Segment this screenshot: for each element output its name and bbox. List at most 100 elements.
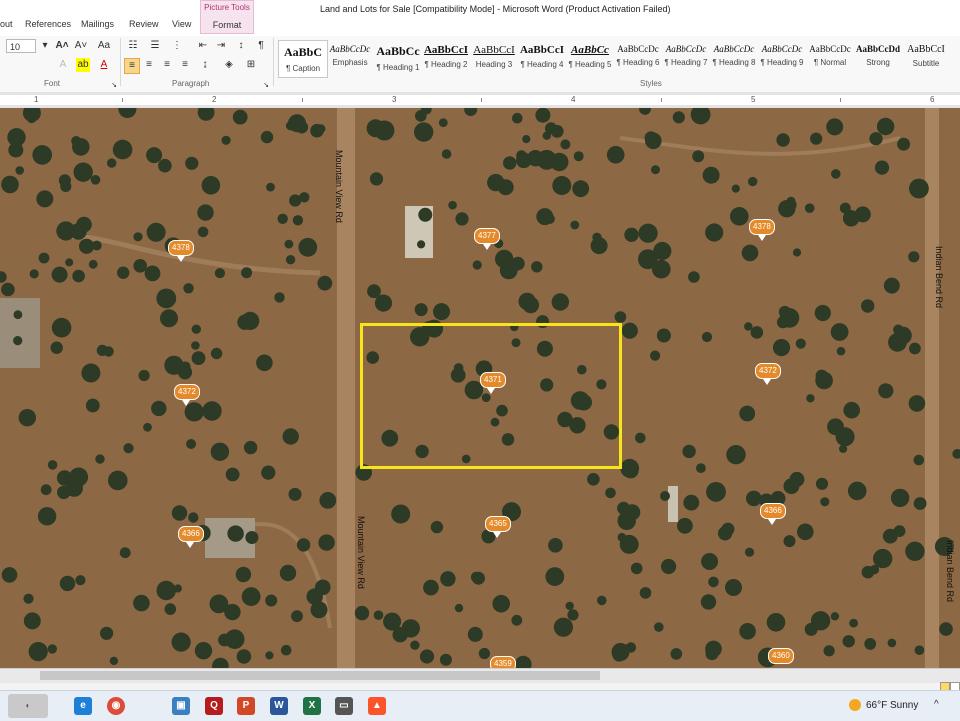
user-photo-icon[interactable]: ◐ <box>8 694 48 718</box>
parcel-pin-icon <box>177 256 185 262</box>
font-size-select[interactable]: 10 <box>6 39 36 53</box>
font-dialog-launcher-icon[interactable]: ↘ <box>110 79 118 93</box>
borders-icon[interactable]: ⊞ <box>244 58 258 72</box>
align-center-icon[interactable]: ≡ <box>142 58 156 72</box>
photos-icon[interactable]: ▣ <box>172 697 190 715</box>
tree <box>792 248 802 257</box>
style-caption[interactable]: AaBbC ¶ Caption <box>278 40 328 78</box>
parcel-badge[interactable]: 4372 <box>755 363 781 379</box>
tree <box>861 299 875 313</box>
parcel-badge[interactable]: 4378 <box>749 219 775 235</box>
sort-icon[interactable]: ↕ <box>234 39 248 53</box>
parcel-badge[interactable]: 4365 <box>485 516 511 532</box>
tree <box>366 119 385 138</box>
style-heading-3[interactable]: AaBbCcI Heading 3 <box>470 40 518 76</box>
tree <box>467 626 483 642</box>
powerpoint-icon[interactable]: P <box>237 697 255 715</box>
style-heading-2[interactable]: AaBbCcI ¶ Heading 2 <box>422 40 470 76</box>
chevron-up-icon[interactable]: ^ <box>934 699 939 710</box>
style-heading-9[interactable]: AaBbCcDc ¶ Heading 9 <box>758 40 806 76</box>
parcel-badge[interactable]: 4360 <box>768 648 794 664</box>
tree <box>789 471 805 487</box>
tab-review[interactable]: Review <box>129 19 159 29</box>
weather-widget[interactable]: 66°F Sunny <box>866 700 918 711</box>
tab-mailings[interactable]: Mailings <box>81 19 114 29</box>
tree <box>191 351 206 365</box>
style-heading-7[interactable]: AaBbCcDc ¶ Heading 7 <box>662 40 710 76</box>
tab-insert[interactable]: out <box>0 19 13 29</box>
tree <box>51 317 72 338</box>
word-icon[interactable]: W <box>270 697 288 715</box>
parcel-badge[interactable]: 4378 <box>168 240 194 256</box>
shading-icon[interactable]: ◈ <box>222 58 236 72</box>
tree <box>236 649 252 664</box>
align-left-icon[interactable]: ≡ <box>124 58 140 74</box>
tree <box>831 169 841 179</box>
numbering-icon[interactable]: ☰ <box>148 39 162 53</box>
tree <box>133 259 147 273</box>
tree <box>401 619 420 638</box>
align-right-icon[interactable]: ≡ <box>160 58 174 72</box>
line-spacing-icon[interactable]: ↨ <box>198 58 212 72</box>
justify-icon[interactable]: ≡ <box>178 58 192 72</box>
chrome-icon[interactable]: ◉ <box>107 697 125 715</box>
style-normal[interactable]: AaBbCcDc ¶ Normal <box>806 40 854 76</box>
tree <box>95 454 105 464</box>
style-heading-1[interactable]: AaBbCc ¶ Heading 1 <box>374 40 422 76</box>
tree <box>414 303 428 317</box>
style-emphasis[interactable]: AaBbCcDc Emphasis <box>326 40 374 76</box>
tree <box>766 613 786 632</box>
tree <box>656 328 671 343</box>
style-heading-6[interactable]: AaBbCcDc ¶ Heading 6 <box>614 40 662 76</box>
parcel-badge[interactable]: 4366 <box>760 503 786 519</box>
shrink-font-icon[interactable]: A˅ <box>74 39 88 53</box>
parcel-pin-icon <box>758 235 766 241</box>
style-heading-5[interactable]: AaBbCc ¶ Heading 5 <box>566 40 614 76</box>
tree <box>776 133 790 147</box>
horizontal-ruler[interactable]: 1 2 3 4 5 6 <box>0 92 960 109</box>
style-subtitle[interactable]: AaBbCcI Subtitle <box>902 40 950 76</box>
tree <box>133 232 143 242</box>
font-size-dropdown-icon[interactable]: ▾ <box>40 39 50 53</box>
parcel-badge[interactable]: 4372 <box>174 384 200 400</box>
show-marks-icon[interactable]: ¶ <box>254 39 268 53</box>
excel-icon[interactable]: X <box>303 697 321 715</box>
tab-references[interactable]: References <box>25 19 71 29</box>
tree <box>261 465 276 480</box>
tree <box>146 222 166 242</box>
bullets-icon[interactable]: ☷ <box>126 39 140 53</box>
tree <box>701 331 713 343</box>
brave-icon[interactable]: ▲ <box>368 697 386 715</box>
change-case-icon[interactable]: Aa <box>96 39 112 53</box>
decrease-indent-icon[interactable]: ⇤ <box>196 39 210 53</box>
tree <box>56 221 76 241</box>
style-strong[interactable]: AaBbCcDd Strong <box>854 40 902 76</box>
tree <box>1 567 18 583</box>
multilevel-list-icon[interactable]: ⋮ <box>170 39 184 53</box>
increase-indent-icon[interactable]: ⇥ <box>214 39 228 53</box>
scrollbar-thumb[interactable] <box>40 671 600 680</box>
tree <box>645 132 662 150</box>
font-color-icon[interactable]: A <box>97 58 111 72</box>
tab-format[interactable]: Format <box>201 20 253 30</box>
text-effects-icon[interactable]: A <box>56 58 70 72</box>
horizontal-scrollbar[interactable] <box>0 668 960 683</box>
aerial-map-image[interactable]: Mountain View Rd Mountain View Rd Indian… <box>0 108 960 668</box>
remote-icon[interactable]: ▭ <box>335 697 353 715</box>
style-heading-4[interactable]: AaBbCcI ¶ Heading 4 <box>518 40 566 76</box>
tree <box>836 346 846 356</box>
parcel-badge[interactable]: 4359 <box>490 656 516 668</box>
highlight-color-icon[interactable]: ab <box>76 58 90 72</box>
tree <box>279 564 297 582</box>
edge-icon[interactable]: e <box>74 697 92 715</box>
style-heading-8[interactable]: AaBbCcDc ¶ Heading 8 <box>710 40 758 76</box>
parcel-badge[interactable]: 4377 <box>474 228 500 244</box>
tree <box>830 612 840 621</box>
grow-font-icon[interactable]: A˄ <box>55 39 69 53</box>
view-buttons[interactable] <box>938 682 960 692</box>
parcel-badge[interactable]: 4366 <box>178 526 204 542</box>
tab-view[interactable]: View <box>172 19 191 29</box>
adobe-icon[interactable]: Q <box>205 697 223 715</box>
tree <box>873 548 893 569</box>
paragraph-dialog-launcher-icon[interactable]: ↘ <box>262 79 270 93</box>
